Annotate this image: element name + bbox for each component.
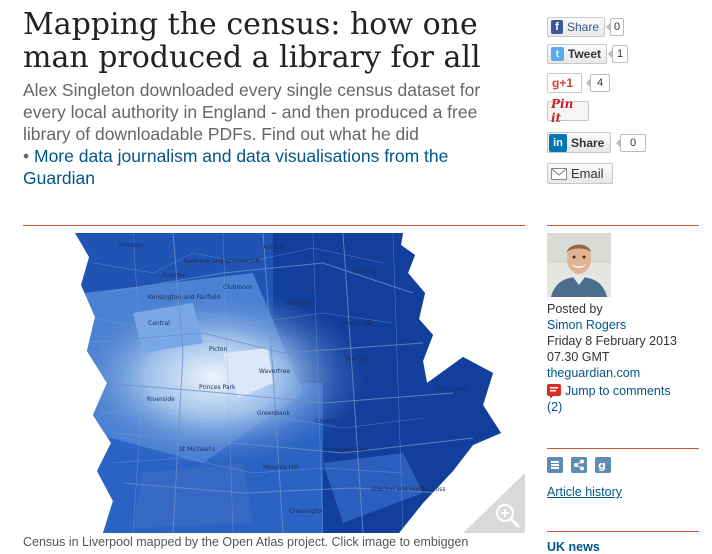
map-label: Old Swan (285, 300, 313, 307)
gplus-share-icon[interactable]: g (595, 457, 611, 473)
map-label: Riverside (147, 396, 175, 403)
twitter-icon: t (551, 47, 564, 61)
article-headline: Mapping the census: how one man produced… (23, 7, 481, 75)
email-label: Email (571, 166, 604, 181)
gplus-icon: g (552, 76, 560, 90)
map-label: Allerton and Hunts Cross (371, 486, 445, 493)
map-label: Yew Tree (344, 356, 371, 363)
linkedin-share-label: Share (571, 135, 605, 150)
print-icon[interactable] (547, 457, 563, 473)
map-label: Central (148, 320, 170, 327)
linkedin-icon: in (549, 133, 567, 152)
svg-text:g: g (598, 459, 606, 471)
zoom-icon[interactable] (491, 500, 523, 532)
related-link[interactable]: More data journalism and data visualisat… (23, 146, 448, 188)
map-label: Tuebrook and Stoneycroft (182, 258, 260, 265)
standfirst-text: Alex Singleton downloaded every single c… (23, 80, 481, 144)
publish-time: 07.30 GMT (547, 350, 610, 364)
gplus-button[interactable]: g +1 (547, 73, 582, 93)
share-icon[interactable] (571, 457, 587, 473)
publish-date: Friday 8 February 2013 (547, 334, 677, 348)
comment-icon (547, 384, 561, 398)
facebook-icon: f (551, 20, 563, 34)
facebook-share-label: Share (566, 20, 599, 34)
envelope-icon (551, 167, 567, 180)
map-label: Picton (209, 346, 227, 353)
twitter-count: 1 (608, 45, 628, 63)
comments-count[interactable]: (2) (547, 400, 562, 414)
sidebar-divider (547, 225, 699, 226)
comments-link[interactable]: Jump to comments (565, 384, 671, 398)
article-standfirst: Alex Singleton downloaded every single c… (23, 79, 513, 189)
author-photo[interactable] (547, 233, 611, 297)
census-map-image[interactable]: Kirkdale Anfield Everton Old Swan Kensin… (23, 233, 525, 533)
map-label: Mossley Hill (263, 464, 299, 471)
email-button[interactable]: Email (547, 163, 613, 184)
map-label: Kirkdale (119, 242, 144, 249)
article-history-link[interactable]: Article history (547, 485, 622, 499)
map-label: Clubmoor (223, 284, 253, 291)
bullet: • (23, 146, 34, 166)
posted-by-label: Posted by (547, 302, 603, 316)
facebook-share-button[interactable]: f Share (547, 17, 605, 37)
map-label: Wavertree (259, 368, 290, 375)
map-label: Cressington (289, 508, 325, 515)
divider (23, 225, 525, 226)
twitter-tweet-button[interactable]: t Tweet (547, 44, 607, 64)
map-label: Church (315, 418, 336, 425)
map-label: Belle Vale (437, 386, 467, 393)
map-label: Greenbank (257, 410, 290, 417)
article-tools: g (547, 457, 611, 473)
site-link[interactable]: theguardian.com (547, 366, 640, 380)
map-label: Speke-Garston (323, 446, 368, 453)
facebook-count: 0 (606, 18, 624, 36)
pinterest-label: Pin it (551, 97, 574, 125)
map-label: Croxteth (353, 268, 379, 275)
author-link[interactable]: Simon Rogers (547, 318, 626, 332)
map-label: Anfield (263, 244, 284, 251)
gplus-label: +1 (559, 76, 574, 90)
pinterest-button[interactable]: Pin it (547, 97, 589, 125)
gplus-count: 4 (586, 74, 610, 92)
section-heading-uk-news[interactable]: UK news (547, 540, 600, 554)
map-label: St Michael's (179, 446, 215, 453)
map-label: Kensington and Fairfield (148, 294, 220, 301)
sidebar-divider (547, 531, 699, 532)
linkedin-count: 0 (616, 134, 646, 152)
twitter-tweet-label: Tweet (567, 47, 601, 61)
linkedin-share-button[interactable]: in Share (547, 132, 611, 153)
liverpool-map: Kirkdale Anfield Everton Old Swan Kensin… (75, 233, 525, 533)
map-label: Everton (163, 272, 187, 279)
map-label: Knotty Ash (341, 320, 374, 327)
image-caption: Census in Liverpool mapped by the Open A… (23, 535, 469, 549)
jump-to-comments[interactable]: Jump to comments (2) (547, 383, 707, 415)
sidebar-divider (547, 448, 699, 449)
byline: Posted by Simon Rogers Friday 8 February… (547, 301, 707, 381)
map-label: Princes Park (199, 384, 236, 391)
